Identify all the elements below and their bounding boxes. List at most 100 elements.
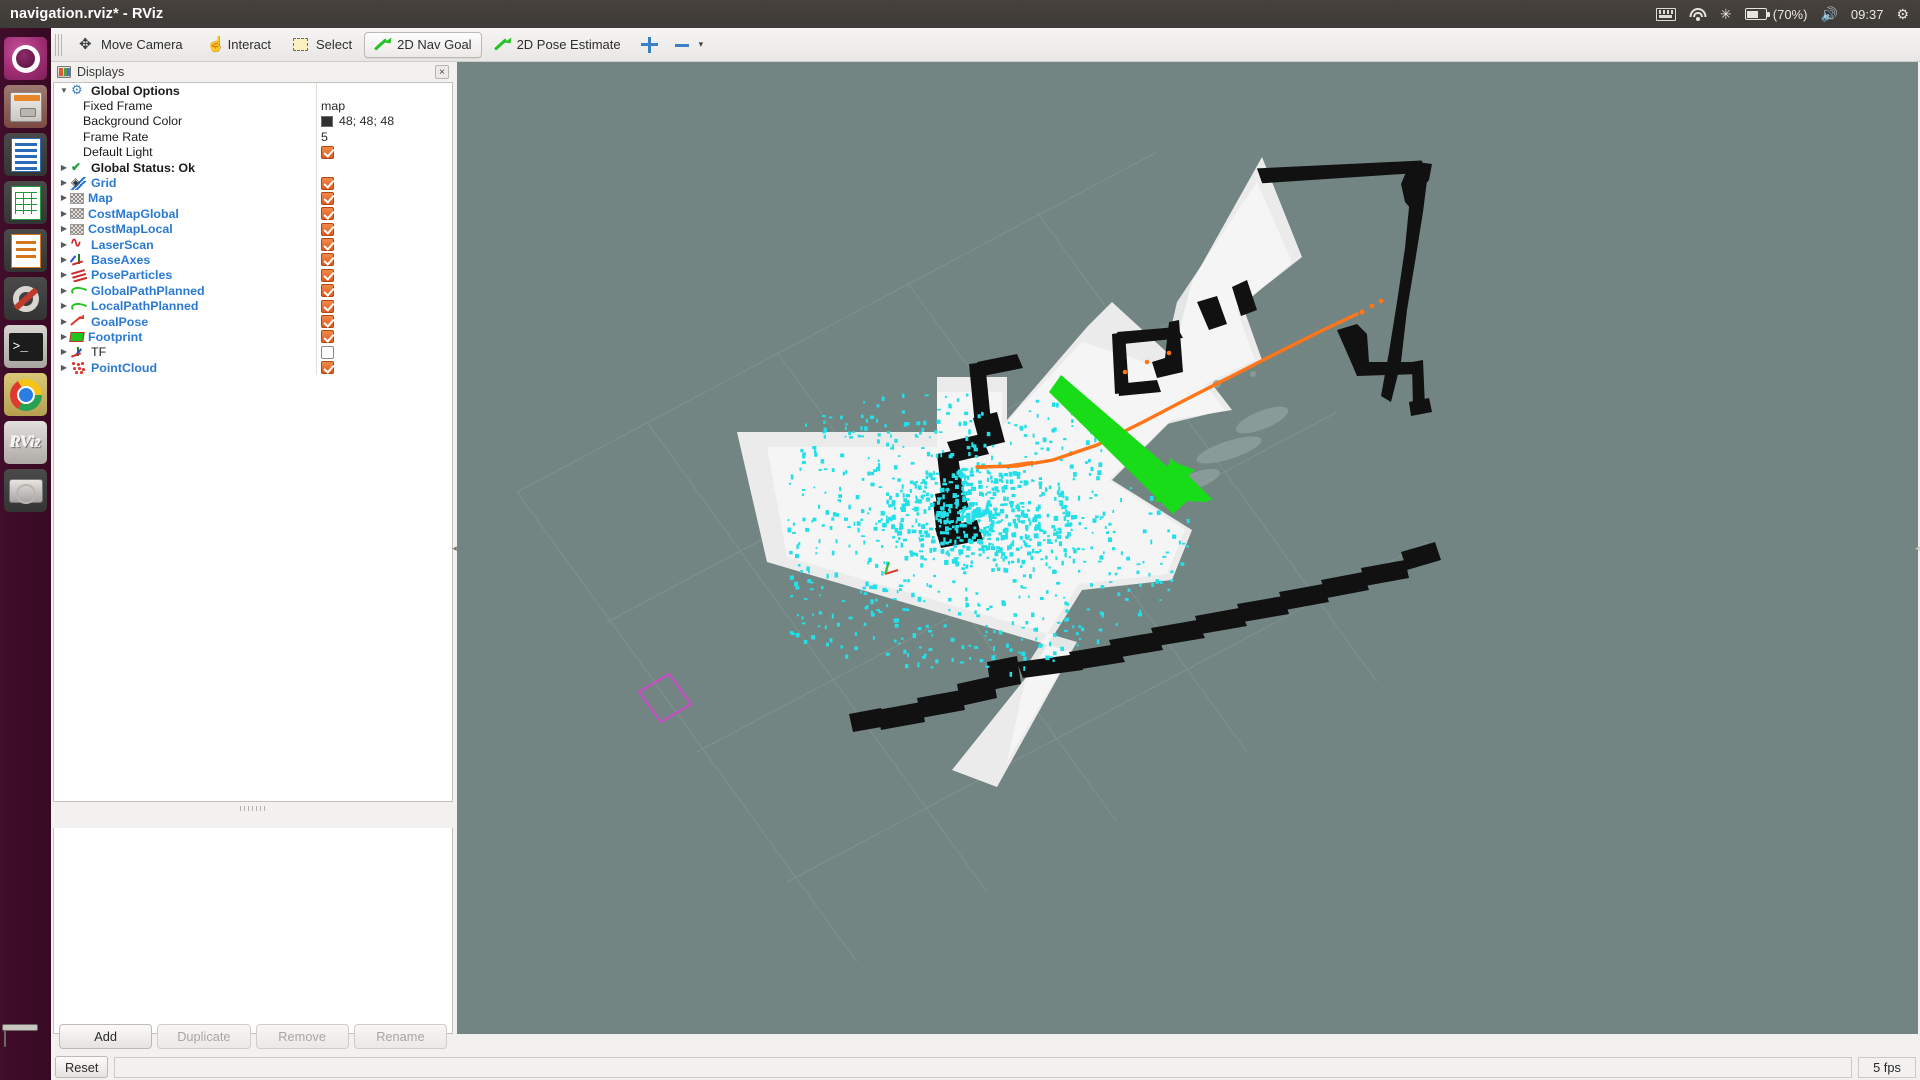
display-row-point-cloud[interactable]: ▶ PointCloud [54, 360, 452, 376]
chevron-right-icon[interactable]: ▶ [58, 271, 70, 279]
launcher-item-rviz[interactable]: RViz [4, 421, 47, 464]
launcher-item-trash[interactable] [4, 1028, 47, 1072]
display-row-value[interactable] [316, 175, 434, 191]
chevron-right-icon[interactable]: ▶ [58, 194, 70, 202]
bluetooth-indicator[interactable]: ✳ [1720, 7, 1732, 21]
launcher-item-libreoffice-writer[interactable] [4, 133, 47, 176]
reset-button[interactable]: Reset [55, 1056, 109, 1078]
enable-checkbox[interactable] [321, 330, 334, 344]
display-row-value[interactable] [316, 144, 434, 160]
tool-2d-pose-estimate[interactable]: 2D Pose Estimate [484, 32, 631, 58]
volume-indicator[interactable]: 🔊 [1820, 7, 1837, 21]
display-row-value[interactable] [316, 206, 434, 222]
chevron-right-icon[interactable]: ▶ [58, 240, 70, 249]
chevron-right-icon[interactable]: ▶ [58, 348, 70, 356]
chevron-right-icon[interactable]: ▶ [58, 163, 70, 172]
display-row-value[interactable]: map [316, 98, 434, 114]
enable-checkbox[interactable] [321, 268, 334, 282]
display-row-costmap-global[interactable]: ▶ CostMapGlobal [54, 206, 452, 222]
display-row-value[interactable] [316, 283, 434, 299]
keyboard-indicator[interactable] [1656, 7, 1677, 21]
display-row-costmap-local[interactable]: ▶ CostMapLocal [54, 221, 452, 237]
display-row-map[interactable]: ▶ Map [54, 190, 452, 207]
launcher-item-libreoffice-impress[interactable] [4, 229, 47, 272]
close-icon[interactable]: × [435, 65, 449, 79]
display-row-value[interactable] [316, 329, 434, 345]
display-row-global-options[interactable]: ▼ Global Options [54, 83, 452, 99]
display-row-value[interactable] [316, 221, 434, 237]
tool-publish-point[interactable] [633, 32, 666, 58]
enable-checkbox[interactable] [321, 145, 334, 159]
chevron-right-icon[interactable]: ▶ [58, 332, 70, 341]
session-menu[interactable]: ⚙ [1896, 7, 1909, 21]
displays-tree[interactable]: ▼Global OptionsFixed FramemapBackground … [53, 82, 453, 802]
display-row-value[interactable] [316, 236, 434, 253]
chevron-right-icon[interactable]: ▶ [58, 363, 70, 372]
duplicate-button[interactable]: Duplicate [157, 1023, 251, 1049]
enable-checkbox[interactable] [321, 345, 334, 359]
display-row-background-color[interactable]: Background Color 48; 48; 48 [54, 113, 452, 130]
chevron-right-icon[interactable]: ▶ [58, 225, 70, 233]
display-row-value[interactable] [316, 360, 434, 376]
enable-checkbox[interactable] [321, 222, 334, 236]
enable-checkbox[interactable] [321, 253, 334, 267]
network-indicator[interactable] [1689, 7, 1707, 21]
display-row-frame-rate[interactable]: Frame Rate 5 [54, 129, 452, 145]
launcher-item-disk-usage[interactable] [4, 469, 47, 512]
display-row-base-axes[interactable]: ▶ BaseAxes [54, 252, 452, 268]
display-properties-panel[interactable] [53, 828, 453, 1034]
display-row-value[interactable]: 48; 48; 48 [316, 113, 434, 130]
display-row-goal-pose[interactable]: ▶ GoalPose [54, 313, 452, 330]
launcher-item-files[interactable] [4, 85, 47, 128]
clock[interactable]: 09:37 [1851, 7, 1884, 22]
tool-move-camera[interactable]: Move Camera [68, 32, 193, 58]
remove-button[interactable]: Remove [255, 1023, 349, 1049]
enable-checkbox[interactable] [321, 361, 334, 375]
enable-checkbox[interactable] [321, 284, 334, 298]
render-view-3d[interactable] [457, 62, 1918, 1034]
chevron-down-icon[interactable]: ▾ [699, 39, 704, 50]
chevron-right-icon[interactable]: ▶ [58, 317, 70, 326]
tool-select[interactable]: Select [283, 32, 362, 58]
launcher-item-terminal[interactable]: >_ [4, 325, 47, 368]
launcher-item-ubuntu-dash[interactable] [4, 37, 47, 80]
dock-splitter[interactable] [53, 802, 453, 814]
enable-checkbox[interactable] [321, 207, 334, 221]
right-dock-collapse-handle[interactable] [1915, 62, 1920, 1034]
display-row-value[interactable] [316, 267, 434, 284]
display-row-grid[interactable]: ▶ Grid [54, 175, 452, 191]
display-row-default-light[interactable]: Default Light [54, 144, 452, 160]
add-button[interactable]: Add [59, 1023, 153, 1049]
toolbar-drag-handle[interactable] [55, 33, 62, 56]
display-row-local-path-planned[interactable]: ▶ LocalPathPlanned [54, 298, 452, 314]
display-row-value[interactable] [316, 252, 434, 268]
display-row-value[interactable] [316, 190, 434, 207]
battery-indicator[interactable]: (70%) [1744, 7, 1807, 22]
display-row-value[interactable] [316, 298, 434, 314]
chevron-right-icon[interactable]: ▶ [58, 255, 70, 264]
launcher-item-system-settings[interactable] [4, 277, 47, 320]
rename-button[interactable]: Rename [353, 1023, 447, 1049]
launcher-item-google-chrome[interactable] [4, 373, 47, 416]
tool-measure[interactable]: ▾ [668, 32, 710, 58]
display-row-global-path-planned[interactable]: ▶ GlobalPathPlanned [54, 283, 452, 299]
chevron-right-icon[interactable]: ▶ [58, 209, 70, 218]
launcher-item-libreoffice-calc[interactable] [4, 181, 47, 224]
chevron-right-icon[interactable]: ▶ [58, 286, 70, 295]
display-row-pose-particles[interactable]: ▶ PoseParticles [54, 267, 452, 284]
chevron-right-icon[interactable]: ▶ [58, 302, 70, 310]
tool-interact[interactable]: Interact [195, 32, 281, 58]
display-row-value[interactable]: 5 [316, 129, 434, 145]
enable-checkbox[interactable] [321, 315, 334, 329]
enable-checkbox[interactable] [321, 191, 334, 205]
enable-checkbox[interactable] [321, 176, 334, 190]
display-row-value[interactable] [316, 159, 434, 176]
chevron-down-icon[interactable]: ▼ [58, 86, 70, 95]
display-row-footprint[interactable]: ▶ Footprint [54, 329, 452, 345]
display-row-laser-scan[interactable]: ▶ LaserScan [54, 236, 452, 253]
display-row-fixed-frame[interactable]: Fixed Frame map [54, 98, 452, 114]
color-swatch[interactable] [321, 115, 333, 127]
display-row-global-status[interactable]: ▶ Global Status: Ok [54, 159, 452, 176]
display-row-value[interactable] [316, 313, 434, 330]
enable-checkbox[interactable] [321, 238, 334, 252]
